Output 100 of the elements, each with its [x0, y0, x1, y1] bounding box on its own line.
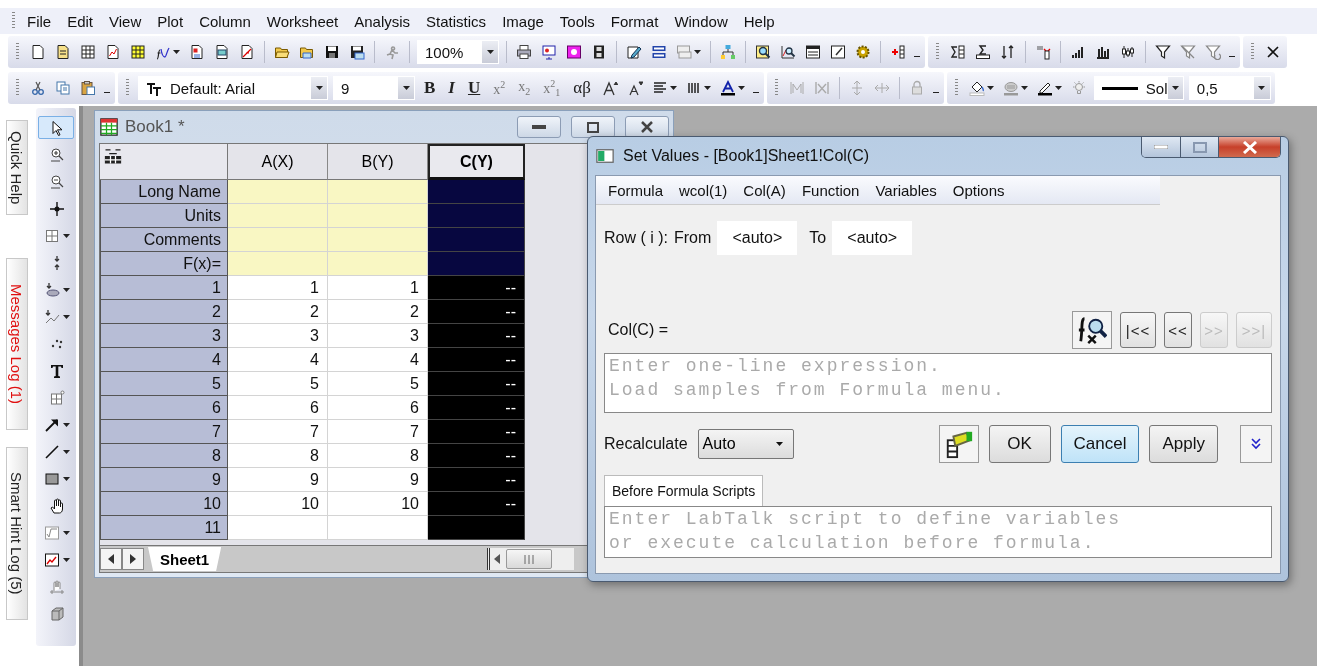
sheet-tab[interactable]: Sheet1 — [148, 547, 222, 571]
from-label: From — [674, 229, 712, 247]
row-header[interactable]: F(x)= — [100, 252, 228, 276]
dialog-button[interactable]: Cancel — [1060, 425, 1140, 463]
menu-item[interactable]: Plot — [149, 10, 192, 32]
window-title: Book1 * — [125, 117, 186, 137]
format-button[interactable]: x$^{2}$ — [489, 78, 510, 98]
window-title: Set Values - [Book1]Sheet1!Col(C) — [623, 147, 871, 165]
table-cell[interactable]: -- — [428, 468, 525, 492]
table-cell[interactable]: -- — [428, 348, 525, 372]
row-header[interactable]: Long Name — [100, 180, 228, 204]
format-button[interactable]: B — [420, 78, 440, 98]
menu-item[interactable]: Image — [494, 10, 552, 32]
menu-item[interactable]: wcol(1) — [671, 179, 736, 201]
menu-item[interactable]: Statistics — [418, 10, 495, 32]
script-tab[interactable]: Before Formula Scripts — [604, 475, 764, 506]
table-cell[interactable]: 1 — [228, 276, 328, 300]
dialog-button[interactable]: Apply — [1149, 425, 1218, 463]
table-cell[interactable]: 6 — [228, 396, 328, 420]
row-header[interactable]: 10 — [100, 492, 228, 516]
formula-label: Col(C) = — [607, 321, 669, 339]
table-cell[interactable]: -- — [428, 324, 525, 348]
row-header[interactable]: 5 — [100, 372, 228, 396]
table-cell[interactable]: -- — [428, 492, 525, 516]
menu-item[interactable]: Formula — [600, 179, 671, 201]
recalculate-label: Recalculate — [604, 435, 688, 453]
table-cell[interactable]: -- — [428, 372, 525, 396]
row-header[interactable]: 4 — [100, 348, 228, 372]
row-header[interactable]: 7 — [100, 420, 228, 444]
format-button[interactable]: x$_{2}$ — [514, 79, 535, 97]
table-cell[interactable]: 8 — [228, 444, 328, 468]
menu-item[interactable]: File — [19, 10, 60, 32]
table-cell[interactable]: 3 — [328, 324, 428, 348]
table-cell[interactable]: 4 — [228, 348, 328, 372]
navigation-button[interactable]: << — [1164, 312, 1192, 348]
dialog-button[interactable]: OK — [988, 425, 1051, 463]
menu-item[interactable]: Variables — [867, 179, 945, 201]
menu-item[interactable]: Help — [735, 10, 783, 32]
row-header[interactable]: 6 — [100, 396, 228, 420]
side-panel-tab[interactable]: Smart Hint Log (5) — [5, 447, 28, 620]
zoom-combo[interactable]: 100% — [417, 40, 499, 64]
row-header[interactable]: 8 — [100, 444, 228, 468]
menu-item[interactable]: View — [101, 10, 150, 32]
side-panel-tab[interactable]: Quick Help — [5, 120, 28, 215]
menu-item[interactable]: Analysis — [346, 10, 419, 32]
table-cell[interactable]: 5 — [228, 372, 328, 396]
font-combo[interactable]: Default: Arial — [138, 76, 328, 100]
table-cell[interactable]: -- — [428, 420, 525, 444]
table-cell[interactable]: 9 — [328, 468, 428, 492]
table-cell[interactable]: 6 — [328, 396, 428, 420]
row-header[interactable]: 9 — [100, 468, 228, 492]
line-style-combo[interactable]: Sol — [1093, 76, 1184, 100]
recalculate-dropdown[interactable]: Auto — [697, 429, 794, 459]
table-cell[interactable]: 1 — [328, 276, 428, 300]
expression-field[interactable]: Enter one-line expression. Load samples from Formula menu. — [604, 353, 1272, 413]
table-cell[interactable]: 5 — [328, 372, 428, 396]
navigation-button[interactable]: |<< — [1120, 312, 1156, 348]
menu-item[interactable]: Edit — [59, 10, 102, 32]
menu-item[interactable]: Column — [191, 10, 259, 32]
table-cell[interactable]: 4 — [328, 348, 428, 372]
row-header[interactable]: 2 — [100, 300, 228, 324]
menu-item[interactable]: Tools — [551, 10, 603, 32]
menu-item[interactable]: Window — [666, 10, 736, 32]
menu-item[interactable]: Function — [793, 179, 868, 201]
table-cell[interactable]: -- — [428, 300, 525, 324]
line-width-combo[interactable]: 0,5 — [1188, 76, 1271, 100]
table-cell[interactable]: -- — [428, 396, 525, 420]
from-field[interactable]: <auto> — [717, 221, 798, 255]
table-cell[interactable]: 7 — [328, 420, 428, 444]
table-cell[interactable]: 10 — [228, 492, 328, 516]
column-header[interactable]: A(X) — [228, 144, 328, 180]
row-header[interactable]: 1 — [100, 276, 228, 300]
to-label: To — [809, 229, 827, 247]
side-panel-tab[interactable]: Messages Log (1) — [5, 258, 28, 430]
menu-item[interactable]: Worksheet — [258, 10, 347, 32]
table-cell[interactable]: 3 — [228, 324, 328, 348]
table-cell[interactable]: 7 — [228, 420, 328, 444]
format-button[interactable]: I — [444, 78, 459, 98]
column-header[interactable]: C(Y) — [428, 144, 525, 180]
column-header[interactable]: B(Y) — [328, 144, 428, 180]
row-header[interactable]: Units — [100, 204, 228, 228]
row-header[interactable]: 3 — [100, 324, 228, 348]
row-range-label: Row ( i ): — [604, 229, 668, 247]
menu-item[interactable]: Format — [602, 10, 667, 32]
to-field[interactable]: <auto> — [832, 221, 913, 255]
table-cell[interactable]: 2 — [328, 300, 428, 324]
table-cell[interactable]: 10 — [328, 492, 428, 516]
menu-item[interactable]: Options — [944, 179, 1013, 201]
table-cell[interactable]: 8 — [328, 444, 428, 468]
table-cell[interactable]: -- — [428, 444, 525, 468]
table-cell[interactable]: -- — [428, 276, 525, 300]
format-button[interactable]: U — [463, 78, 485, 98]
row-header[interactable]: Comments — [100, 228, 228, 252]
script-field[interactable]: Enter LabTalk script to define variables or execute calculation before formula. — [604, 506, 1272, 558]
table-cell[interactable]: 9 — [228, 468, 328, 492]
table-cell[interactable]: 2 — [228, 300, 328, 324]
font-size-combo[interactable]: 9 — [333, 76, 415, 100]
menu-item[interactable]: Col(A) — [735, 179, 794, 201]
row-header[interactable]: 11 — [100, 516, 228, 540]
format-button[interactable]: αβ — [569, 78, 595, 98]
